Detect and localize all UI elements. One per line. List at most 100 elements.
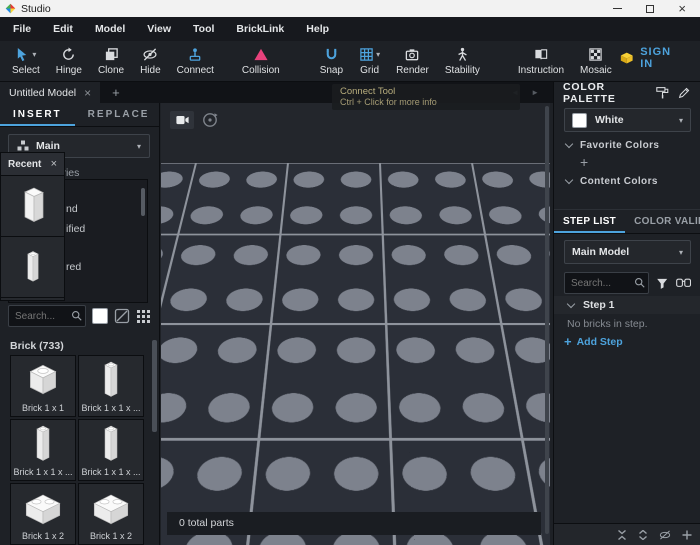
color-swatch-button[interactable] (92, 308, 108, 324)
search-icon (71, 310, 82, 321)
part-card[interactable]: Brick 1 x 1 x ... (78, 419, 144, 481)
chevron-down-icon (565, 140, 573, 148)
recent-popup-title: Recent (8, 159, 41, 170)
copy-icon (104, 47, 119, 62)
part-card[interactable]: Brick 1 x 2 (10, 483, 76, 545)
add-step-button[interactable]: + Add Step (564, 334, 623, 349)
part-card[interactable]: Brick 1 x 1 x ... (78, 355, 144, 417)
tab-color-validator[interactable]: COLOR VALIDATOR (625, 210, 700, 233)
mosaic-tool-button[interactable]: Mosaic (572, 46, 620, 76)
color-select-dropdown[interactable]: White ▾ (564, 108, 691, 132)
brick-1x1-thumbnail (22, 356, 64, 403)
maximize-button[interactable] (646, 5, 654, 13)
tooltip-subtitle: Ctrl + Click for more info (340, 97, 512, 107)
eye-slash-icon[interactable] (659, 530, 671, 540)
no-color-button[interactable] (114, 308, 130, 324)
part-card[interactable]: Brick 1 x 1 (10, 355, 76, 417)
menu-file[interactable]: File (2, 23, 42, 35)
hide-tool-button[interactable]: Hide (132, 46, 169, 76)
category-option[interactable]: red (66, 261, 81, 273)
instruction-tool-button[interactable]: Instruction (510, 46, 572, 76)
category-option[interactable]: nd (66, 203, 78, 215)
category-option[interactable]: ified (66, 223, 85, 235)
content-colors-section[interactable]: Content Colors (554, 176, 700, 187)
panel-footer-toolbar (554, 523, 700, 545)
close-button[interactable]: × (678, 4, 686, 14)
clone-tool-button[interactable]: Clone (90, 46, 132, 76)
expand-all-icon[interactable] (638, 530, 648, 540)
parts-list-scrollbar[interactable] (152, 340, 157, 432)
chevron-down-icon: ▾ (32, 50, 36, 59)
panel-thumbnail (13, 184, 53, 228)
menu-tool[interactable]: Tool (182, 23, 225, 35)
chevron-down-icon (565, 176, 573, 184)
part-card[interactable]: Brick 1 x 1 x ... (10, 419, 76, 481)
orbit-reset-button[interactable] (201, 111, 219, 129)
orbit-icon (201, 111, 219, 129)
sign-in-button[interactable]: SIGN IN (620, 46, 681, 70)
menu-help[interactable]: Help (295, 23, 340, 35)
tab-insert[interactable]: INSERT (0, 103, 75, 126)
selected-color-name: White (595, 114, 624, 126)
tab-step-list[interactable]: STEP LIST (554, 210, 625, 233)
menu-edit[interactable]: Edit (42, 23, 84, 35)
palette-icon (17, 140, 29, 152)
close-icon[interactable]: × (51, 158, 57, 170)
menu-bricklink[interactable]: BrickLink (225, 23, 295, 35)
brick-1x1-tall-thumbnail (28, 420, 58, 467)
tab-scroll-right-icon[interactable]: ► (531, 88, 539, 97)
plus-icon[interactable] (682, 530, 692, 540)
parts-section-title: Brick (733) (10, 340, 64, 352)
color-palette-header: COLOR PALETTE (563, 81, 648, 105)
minimize-button[interactable] (613, 8, 622, 9)
glasses-icon[interactable] (676, 277, 691, 289)
category-list-scrollbar[interactable] (141, 188, 145, 216)
menu-view[interactable]: View (136, 23, 182, 35)
tab-replace[interactable]: REPLACE (75, 103, 160, 126)
studio-logo-icon (5, 3, 16, 14)
toolbar: ▾ Select Hinge Clone Hide Connect Collis… (0, 41, 700, 82)
render-tool-button[interactable]: Render (388, 46, 437, 76)
viewport-scrollbar[interactable] (545, 106, 549, 534)
camera-view-button[interactable] (170, 111, 194, 129)
stability-tool-button[interactable]: Stability (437, 46, 488, 76)
filter-icon[interactable] (656, 277, 668, 290)
collision-tool-button[interactable]: Collision (234, 46, 288, 76)
cursor-icon (15, 47, 30, 62)
connect-icon (187, 47, 203, 62)
right-panel: COLOR PALETTE White ▾ Favorite Colors + … (553, 82, 700, 545)
window-title: Studio (21, 3, 51, 15)
collapse-all-icon[interactable] (617, 530, 627, 540)
snap-tool-button[interactable]: Snap (312, 46, 351, 76)
tab-untitled-model[interactable]: Untitled Model × (0, 82, 100, 103)
chevron-down-icon: ▾ (679, 248, 683, 257)
connect-tool-tooltip: Connect Tool Ctrl + Click for more info (332, 84, 520, 110)
paint-roller-icon[interactable] (656, 86, 669, 99)
model-select-dropdown[interactable]: Main Model ▾ (564, 240, 691, 264)
add-favorite-color-button[interactable]: + (580, 154, 588, 170)
viewport-3d[interactable]: 0 total parts (161, 103, 550, 545)
chevron-down-icon: ▾ (376, 50, 380, 59)
grid-tool-button[interactable]: ▾ Grid (351, 46, 388, 76)
favorite-colors-section[interactable]: Favorite Colors (554, 140, 700, 151)
brick-1x2-thumbnail (85, 484, 137, 531)
pencil-icon[interactable] (678, 86, 691, 99)
step-1-row[interactable]: Step 1 (554, 296, 700, 314)
video-camera-icon (176, 115, 189, 125)
part-card[interactable]: Brick 1 x 2 (78, 483, 144, 545)
connect-tool-button[interactable]: Connect (169, 46, 222, 76)
select-tool-button[interactable]: ▾ Select (4, 46, 48, 76)
menu-model[interactable]: Model (84, 23, 136, 35)
hinge-tool-button[interactable]: Hinge (48, 46, 90, 76)
recent-part-item[interactable] (1, 176, 64, 237)
plus-icon: + (564, 334, 572, 349)
chevron-down-icon (567, 299, 575, 307)
menu-bar: File Edit Model View Tool BrickLink Help (0, 17, 700, 41)
mosaic-icon (588, 47, 603, 62)
grid-view-button[interactable] (136, 309, 151, 324)
step-empty-message: No bricks in step. (567, 318, 648, 330)
brick-1x1-tall-thumbnail (96, 356, 126, 403)
tab-close-icon[interactable]: × (84, 88, 91, 98)
recent-part-item[interactable] (1, 237, 64, 298)
new-tab-button[interactable]: + (100, 85, 132, 100)
